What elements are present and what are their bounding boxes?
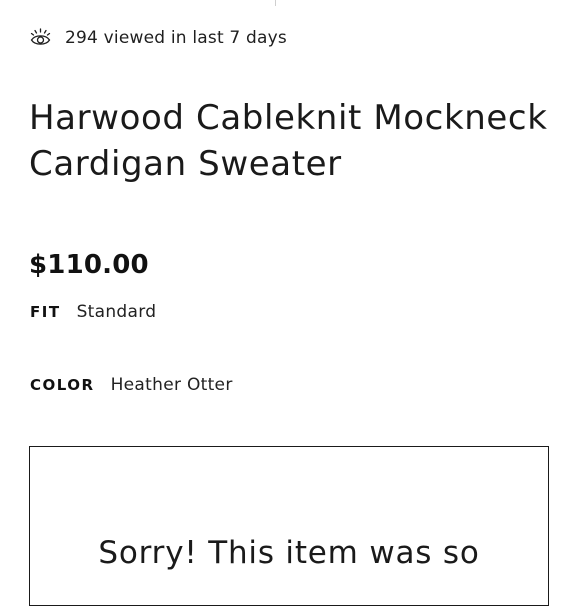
color-label: COLOR [30, 376, 95, 394]
top-divider [275, 0, 276, 6]
product-price: $110.00 [29, 250, 149, 280]
recent-views: 294 viewed in last 7 days [30, 26, 287, 50]
sold-out-message: Sorry! This item was so [98, 535, 480, 571]
color-row: COLOR Heather Otter [30, 375, 233, 395]
color-value: Heather Otter [110, 375, 233, 395]
product-title: Harwood Cableknit Mockneck Cardigan Swea… [29, 98, 548, 184]
sold-out-notice: Sorry! This item was so [29, 446, 549, 606]
fit-label: FIT [30, 303, 61, 321]
eye-icon [30, 28, 51, 48]
views-count-text: 294 viewed in last 7 days [65, 28, 287, 48]
fit-value: Standard [76, 302, 157, 322]
fit-row: FIT Standard [30, 302, 156, 322]
